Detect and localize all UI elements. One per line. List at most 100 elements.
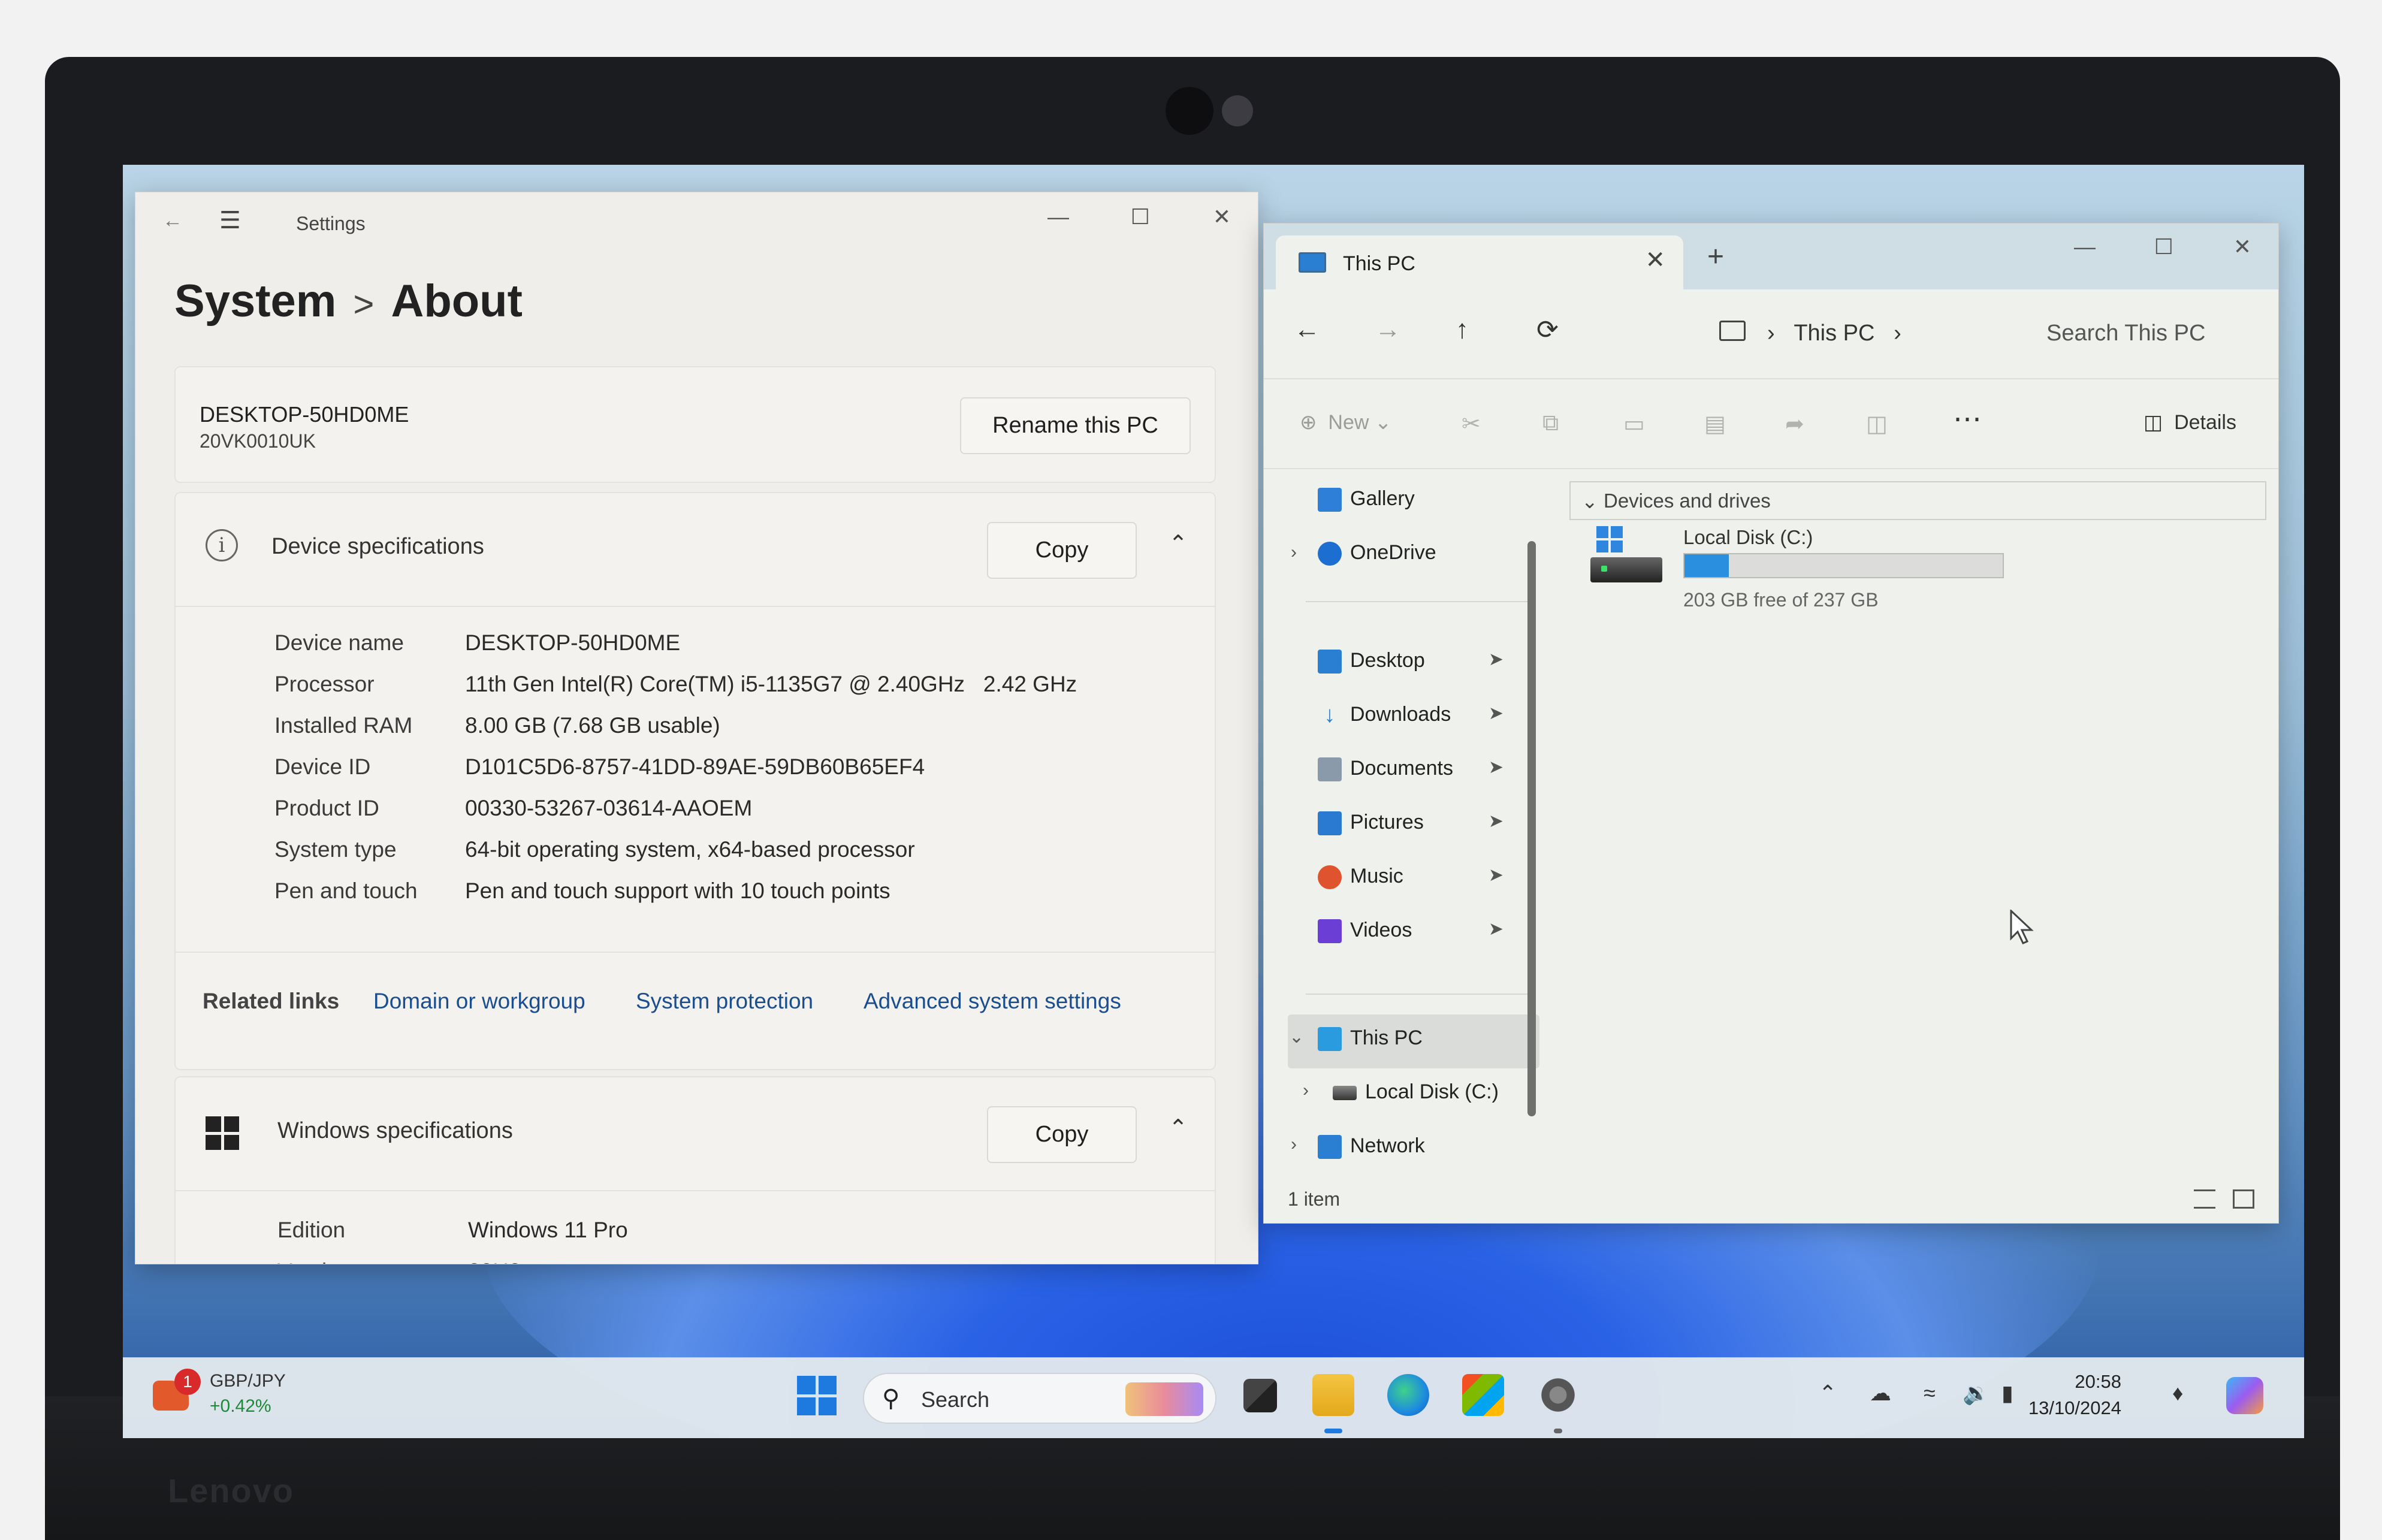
copilot-icon[interactable] [2226,1377,2263,1414]
address-current[interactable]: This PC [1794,321,1874,346]
more-options-icon[interactable]: ⋯ [1953,402,1982,436]
spec-value: D101C5D6-8757-41DD-89AE-59DB60B65EF4 [465,754,925,779]
cut-icon[interactable]: ✂ [1462,410,1481,437]
nav-music[interactable]: Music ➤ [1318,865,1521,890]
windows-specs-card: Windows specifications Copy ⌃ Edition Win… [174,1076,1216,1264]
drive-name[interactable]: Local Disk (C:) [1683,526,1813,549]
nav-videos[interactable]: Videos ➤ [1318,919,1521,944]
copy-device-specs-button[interactable]: Copy [987,522,1137,579]
windows-logo-icon [206,1116,239,1150]
windows-specs-header[interactable]: Windows specifications Copy ⌃ [176,1077,1215,1191]
nav-scrollbar[interactable] [1527,541,1536,1116]
windows-logo-icon [1596,526,1623,552]
domain-workgroup-link[interactable]: Domain or workgroup [373,989,585,1014]
close-button[interactable]: ✕ [1213,204,1231,230]
back-arrow-icon[interactable]: ← [1294,315,1320,345]
wifi-icon[interactable]: ≈ [1924,1381,1936,1406]
tiles-view-icon[interactable] [2233,1189,2254,1209]
chevron-up-icon[interactable]: ⌃ [1169,1115,1188,1142]
list-view-icon[interactable] [2194,1189,2215,1209]
spec-value: Pen and touch support with 10 touch poin… [465,878,890,903]
settings-gear-icon[interactable] [1537,1374,1579,1416]
forward-arrow-icon[interactable]: → [1375,315,1401,345]
maximize-button[interactable]: ☐ [2154,234,2173,259]
group-title: Devices and drives [1604,490,1771,512]
related-links: Related links Domain or workgroup System… [176,952,1215,1071]
up-arrow-icon[interactable]: ↑ [1456,315,1469,345]
taskbar-search[interactable]: ⚲ Search [863,1373,1216,1424]
volume-icon[interactable]: 🔉 [1963,1381,1989,1406]
search-label: Search [921,1387,990,1412]
clock-time[interactable]: 20:58 [2010,1371,2121,1393]
spec-key: System type [274,837,397,862]
chevron-right-icon[interactable]: › [1303,1080,1309,1101]
hamburger-menu-icon[interactable]: ☰ [219,207,241,234]
address-bar[interactable]: › This PC › [1719,307,2001,361]
nav-this-pc[interactable]: This PC [1318,1026,1423,1052]
spec-key: Edition [277,1218,346,1242]
maximize-button[interactable]: ☐ [1131,204,1150,230]
device-specs-title: Device specifications [271,534,484,559]
nav-onedrive[interactable]: OneDrive [1318,541,1436,566]
copy-icon[interactable]: ⧉ [1542,410,1559,436]
desktop-icon [1318,650,1342,674]
minimize-button[interactable]: — [2074,234,2096,259]
videos-icon [1318,919,1342,944]
nav-label: This PC [1350,1026,1423,1049]
start-button[interactable] [797,1376,837,1415]
chevron-up-icon[interactable]: ⌃ [1169,530,1188,557]
notification-bell-icon[interactable]: ♦ [2172,1381,2183,1406]
back-arrow-icon[interactable]: ← [162,209,183,232]
chevron-up-icon[interactable]: ⌃ [1819,1381,1837,1406]
paste-icon[interactable]: ▭ [1623,410,1645,437]
settings-window: ← ☰ Settings — ☐ ✕ System > About DESKTOP-… [135,192,1258,1264]
share-icon[interactable]: ➦ [1785,410,1804,437]
chevron-down-icon[interactable]: ⌄ [1289,1026,1304,1047]
refresh-icon[interactable]: ⟳ [1536,315,1559,345]
related-links-label: Related links [203,989,340,1013]
search-input[interactable]: Search This PC [2025,307,2265,361]
search-highlight-image [1125,1382,1203,1416]
chevron-right-icon[interactable]: › [1291,1134,1297,1155]
rename-icon[interactable]: ▤ [1704,410,1726,437]
edge-icon[interactable] [1387,1374,1429,1416]
system-protection-link[interactable]: System protection [636,989,813,1014]
currency-widget-icon[interactable]: 1 [153,1369,201,1417]
breadcrumb-parent[interactable]: System [174,276,336,327]
explorer-address-row: ← → ↑ ⟳ › This PC › Search This PC [1264,289,2278,379]
nav-desktop[interactable]: Desktop ➤ [1318,649,1521,674]
minimize-button[interactable]: — [1047,204,1069,230]
spec-row: Edition Windows 11 Pro [277,1209,628,1251]
nav-gallery[interactable]: Gallery [1318,487,1415,512]
nav-pictures[interactable]: Pictures ➤ [1318,811,1521,836]
nav-documents[interactable]: Documents ➤ [1318,757,1521,782]
new-button[interactable]: ⊕ New ⌄ [1300,410,1391,434]
new-tab-button[interactable]: + [1707,240,1724,273]
new-label: New [1328,411,1369,434]
copy-windows-specs-button[interactable]: Copy [987,1106,1137,1163]
nav-downloads[interactable]: ↓ Downloads ➤ [1318,703,1521,727]
details-label: Details [2174,411,2236,434]
advanced-system-settings-link[interactable]: Advanced system settings [864,989,1121,1014]
address-text: › This PC › [1767,321,1901,346]
clock-date[interactable]: 13/10/2024 [2010,1397,2121,1419]
onedrive-icon [1318,542,1342,566]
delete-icon[interactable]: ◫ [1866,410,1888,437]
onedrive-tray-icon[interactable]: ☁ [1870,1381,1891,1406]
currency-pair[interactable]: GBP/JPY [210,1371,286,1391]
store-icon[interactable] [1462,1374,1504,1416]
details-button[interactable]: ◫ Details [2144,410,2236,434]
nav-local-disk[interactable]: Local Disk (C:) [1333,1080,1499,1104]
tab-this-pc[interactable]: This PC ✕ [1276,235,1683,289]
chevron-right-icon[interactable]: › [1291,542,1297,563]
nav-network[interactable]: Network [1318,1134,1425,1159]
close-button[interactable]: ✕ [2233,234,2251,259]
local-disk-icon[interactable] [1590,526,1662,586]
devices-drives-group[interactable]: ⌄ Devices and drives [1569,481,2266,520]
device-specs-header[interactable]: i Device specifications Copy ⌃ [176,493,1215,607]
rename-pc-button[interactable]: Rename this PC [960,397,1191,454]
task-view-icon[interactable] [1243,1379,1277,1412]
nav-label: Videos [1350,919,1412,941]
close-tab-icon[interactable]: ✕ [1645,246,1665,274]
file-explorer-icon[interactable] [1312,1374,1354,1416]
